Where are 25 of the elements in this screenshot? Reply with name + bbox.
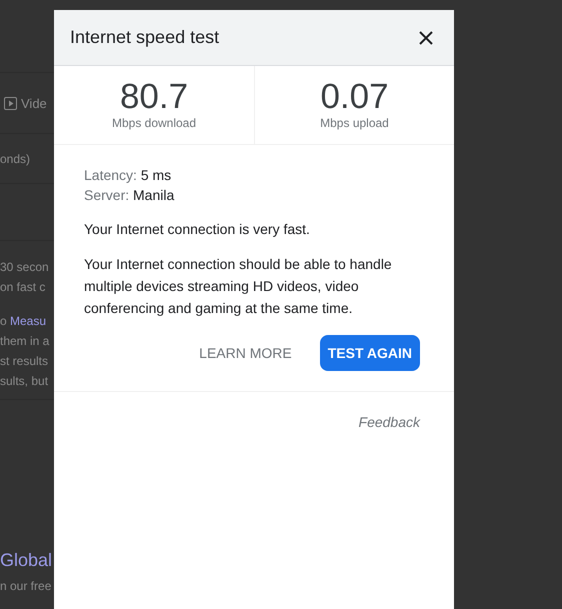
play-icon xyxy=(4,96,17,110)
feedback-link[interactable]: Feedback xyxy=(358,414,420,430)
learn-more-button[interactable]: LEARN MORE xyxy=(191,335,300,371)
close-icon xyxy=(418,30,434,46)
paragraph-line: st results xyxy=(0,353,50,370)
dialog-title: Internet speed test xyxy=(70,27,220,48)
speed-value: 0.07 xyxy=(320,78,389,116)
description-text: Your Internet connection should be able to handle multiple devices streaming HD videos, video conferencing and gaming at the same time. xyxy=(84,255,393,318)
test-again-button[interactable]: TEST AGAIN xyxy=(320,335,420,371)
section-heading[interactable]: Global xyxy=(0,550,54,571)
paragraph-line: 30 secon xyxy=(0,259,50,276)
paragraph-line: o xyxy=(0,314,8,328)
detail-line: Latency: 5 ms xyxy=(84,166,172,185)
section-subtext: n our free xyxy=(0,579,52,593)
videos-tab[interactable]: Vide xyxy=(4,96,47,110)
paragraph-line: them in a xyxy=(0,333,50,350)
caption-text: onds) xyxy=(0,152,30,166)
speed-unit: Mbps download xyxy=(112,116,196,130)
summary-text: Your Internet connection is very fast. xyxy=(84,221,311,237)
speed-unit: Mbps upload xyxy=(320,116,389,130)
paragraph-line: sults, but xyxy=(0,373,50,390)
detail-line: Server: Manila xyxy=(84,186,176,205)
speed-value: 80.7 xyxy=(120,78,188,116)
paragraph-line: on fast c xyxy=(0,279,46,296)
measure-link[interactable]: Measu xyxy=(10,314,46,328)
